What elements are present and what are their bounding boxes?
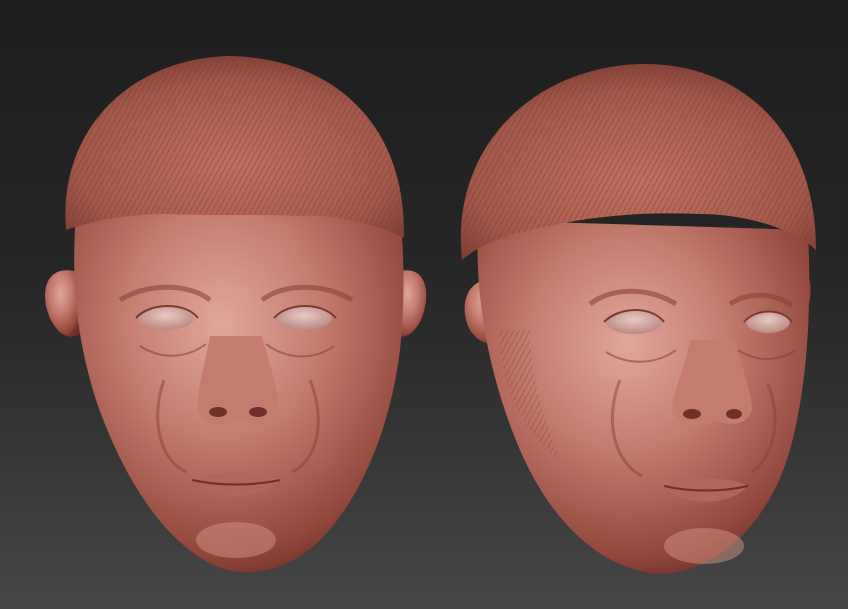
three-quarter-view-head-sculpt: [460, 63, 816, 574]
sculpt-viewport: [0, 0, 848, 609]
sculpt-render: [44, 56, 816, 574]
front-view-head-sculpt: [44, 56, 427, 573]
